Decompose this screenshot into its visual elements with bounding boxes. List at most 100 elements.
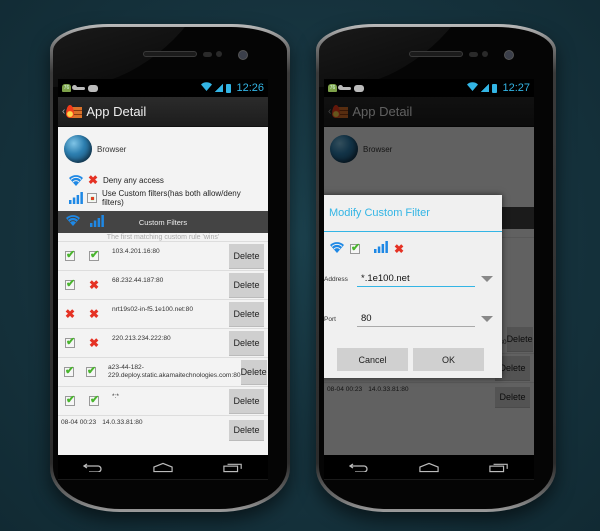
navigation-bar — [324, 455, 534, 480]
key-notification-icon — [338, 84, 351, 90]
back-button[interactable] — [349, 462, 369, 472]
app-name: Browser — [97, 144, 127, 154]
recent-apps-button[interactable] — [223, 462, 243, 473]
home-icon — [419, 462, 439, 472]
recent-apps-icon — [489, 463, 508, 472]
wifi-state-cell — [64, 248, 76, 261]
mobile-deny-x-icon[interactable]: ✖ — [89, 308, 99, 320]
custom-filters-title: Custom Filters — [138, 217, 188, 227]
port-dropdown-icon[interactable] — [481, 316, 493, 322]
firewall-app-logo-icon — [332, 104, 349, 119]
home-button[interactable] — [153, 462, 173, 473]
app-name: Browser — [363, 144, 393, 154]
wifi-allow-checkbox[interactable] — [350, 241, 360, 254]
recent-apps-button[interactable] — [489, 462, 509, 473]
screen-app-detail: 76 12:26 ‹ App Detail Browser ✖ Deny any… — [58, 79, 268, 455]
earpiece-speaker — [409, 51, 463, 57]
address-dropdown-icon[interactable] — [481, 276, 493, 282]
proximity-sensor — [469, 52, 478, 57]
rule-row[interactable]: ✖ 220.213.234.222:80 Delete — [58, 329, 268, 358]
mobile-deny-checkbox[interactable]: ✖ — [394, 243, 404, 255]
rule-address: *:* — [112, 393, 119, 400]
key-notification-icon — [72, 84, 85, 90]
proximity-sensor — [203, 52, 212, 57]
page-title: App Detail — [86, 104, 147, 119]
rule-row[interactable]: ✖ ✖ nrt19s02-in-f5.1e100.net:80 Delete — [58, 300, 268, 329]
rule-row[interactable]: 103.4.201.16:80 Delete — [58, 242, 268, 271]
android-notification-icon: 76 — [62, 84, 71, 92]
wifi-allow-check-icon[interactable] — [65, 248, 75, 261]
clock: 12:26 — [236, 82, 264, 94]
page-title: App Detail — [352, 104, 413, 119]
log-row: 08-04 00:23 14.0.33.81:80 Delete — [324, 383, 534, 407]
rule-address: 220.213.234.222:80 — [112, 335, 171, 342]
wifi-allow-check-icon[interactable] — [65, 277, 75, 290]
app-notification-icon — [354, 84, 364, 92]
mobile-allow-check-icon[interactable] — [89, 248, 99, 261]
home-button[interactable] — [419, 462, 439, 473]
status-bar: 76 12:27 — [324, 79, 534, 97]
delete-button: Delete — [506, 327, 533, 351]
ok-button[interactable]: OK — [413, 348, 484, 371]
log-address: 14.0.33.81:80 — [102, 419, 143, 426]
rule-row[interactable]: ✖ 68.232.44.187:80 Delete — [58, 271, 268, 300]
app-info: Browser — [58, 127, 268, 167]
screen-modify-filter: 76 12:27 ‹ App Detail Browser ✔ ✔ Delete… — [324, 79, 534, 455]
address-field-row: Address — [324, 266, 502, 292]
mobile-allow-check-icon[interactable] — [86, 364, 96, 377]
action-bar[interactable]: ‹ App Detail — [58, 97, 268, 127]
rule-row[interactable]: *:* Delete — [58, 387, 268, 416]
custom-filters-header: Custom Filters — [58, 211, 268, 233]
glass-reflection — [319, 27, 470, 87]
wifi-allow-check-icon[interactable] — [65, 393, 75, 406]
earpiece-speaker — [143, 51, 197, 57]
log-time: 08-04 00:23 — [327, 386, 363, 393]
delete-button[interactable]: Delete — [229, 331, 264, 355]
wifi-icon — [330, 240, 344, 258]
back-button[interactable] — [83, 462, 103, 472]
front-camera — [238, 50, 248, 60]
mobile-column-icon — [90, 215, 104, 229]
delete-button[interactable]: Delete — [240, 360, 267, 384]
action-bar: ‹ App Detail — [324, 97, 534, 127]
status-bar: 76 12:26 — [58, 79, 268, 97]
battery-icon — [492, 83, 498, 93]
phone-frame-right: 76 12:27 ‹ App Detail Browser ✔ ✔ Delete… — [316, 24, 556, 512]
log-address: 14.0.33.81:80 — [368, 386, 409, 393]
deny-x-icon[interactable]: ✖ — [88, 174, 98, 186]
mobile-state-cell — [86, 364, 96, 377]
delete-button[interactable]: Delete — [229, 244, 264, 268]
dialog-title: Modify Custom Filter — [324, 195, 502, 232]
modify-filter-dialog: Modify Custom Filter ✖ Address — [324, 195, 502, 378]
port-input[interactable] — [357, 311, 475, 327]
back-caret-icon[interactable]: ‹ — [62, 106, 65, 117]
mobile-state-cell — [88, 248, 100, 261]
rule-address: 68.232.44.187:80 — [112, 277, 164, 284]
delete-button[interactable]: Delete — [229, 273, 264, 297]
wifi-deny-x-icon[interactable]: ✖ — [65, 308, 75, 320]
port-field-row: Port — [324, 306, 502, 332]
rules-list: 103.4.201.16:80 Delete ✖ 68.232.44.187:80 De… — [58, 242, 268, 416]
wifi-allow-check-icon[interactable] — [64, 364, 74, 377]
wifi-state-cell: ✖ — [64, 308, 76, 320]
delete-button[interactable]: Delete — [229, 302, 264, 326]
cancel-button[interactable]: Cancel — [337, 348, 408, 371]
wifi-state-cell — [64, 277, 76, 290]
browser-globe-icon — [330, 135, 358, 163]
option-use-custom-filters[interactable]: Use Custom filters(has both allow/deny f… — [58, 189, 268, 207]
address-input[interactable] — [357, 271, 475, 287]
mobile-deny-x-icon[interactable]: ✖ — [89, 279, 99, 291]
option-deny-any-access[interactable]: ✖ Deny any access — [58, 171, 268, 189]
navigation-bar — [58, 455, 268, 480]
rule-row[interactable]: a23-44-182-229.deploy.static.akamaitechn… — [58, 358, 268, 387]
mobile-deny-x-icon[interactable]: ✖ — [89, 337, 99, 349]
custom-filters-note: The first matching custom rule 'wins' — [58, 233, 268, 242]
mobile-signal-icon — [68, 192, 83, 204]
delete-button[interactable]: Delete — [229, 420, 264, 440]
mobile-allow-check-icon[interactable] — [89, 393, 99, 406]
custom-filter-checkbox[interactable] — [87, 193, 98, 203]
browser-globe-icon — [64, 135, 92, 163]
rule-address: a23-44-182-229.deploy.static.akamaitechn… — [108, 364, 241, 379]
wifi-allow-check-icon[interactable] — [65, 335, 75, 348]
delete-button[interactable]: Delete — [229, 389, 264, 413]
